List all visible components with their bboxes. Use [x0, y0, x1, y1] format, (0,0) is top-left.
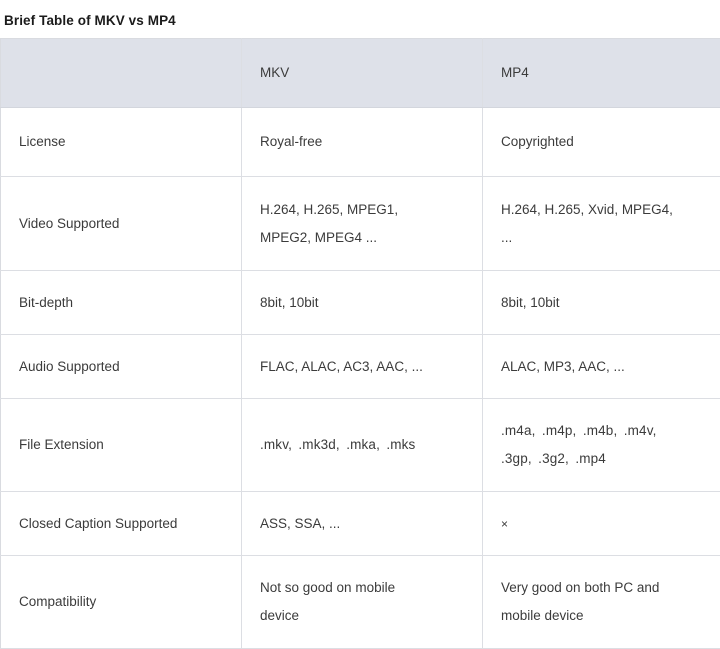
- cell-compatibility-mkv: Not so good on mobile device: [242, 556, 483, 649]
- page-title: Brief Table of MKV vs MP4: [4, 12, 176, 30]
- cell-closed-caption-mp4: ×: [483, 492, 720, 556]
- cell-bit-depth-mp4: 8bit, 10bit: [483, 271, 720, 335]
- table-row: Audio Supported FLAC, ALAC, AC3, AAC, ..…: [1, 335, 720, 399]
- row-label-license: License: [1, 108, 242, 177]
- cell-line-1: Not so good on mobile: [260, 574, 464, 602]
- cell-audio-supported-mp4: ALAC, MP3, AAC, ...: [483, 335, 720, 399]
- cell-line-1: Very good on both PC and: [501, 574, 708, 602]
- cell-compatibility-mp4: Very good on both PC and mobile device: [483, 556, 720, 649]
- column-header-mp4: MP4: [483, 39, 720, 108]
- cell-line-2: .3gp, .3g2, .mp4: [501, 445, 708, 473]
- table-row: Video Supported H.264, H.265, MPEG1, MPE…: [1, 177, 720, 271]
- row-label-audio-supported: Audio Supported: [1, 335, 242, 399]
- row-label-compatibility: Compatibility: [1, 556, 242, 649]
- column-header-mkv: MKV: [242, 39, 483, 108]
- cell-line-2: ...: [501, 224, 708, 252]
- cell-video-supported-mp4: H.264, H.265, Xvid, MPEG4, ...: [483, 177, 720, 271]
- cell-line-2: mobile device: [501, 602, 708, 630]
- cell-line-1: .m4a, .m4p, .m4b, .m4v,: [501, 417, 708, 445]
- table-row: Compatibility Not so good on mobile devi…: [1, 556, 720, 649]
- cell-line-2: MPEG2, MPEG4 ...: [260, 224, 464, 252]
- cross-icon: ×: [501, 517, 508, 531]
- row-label-closed-caption-supported: Closed Caption Supported: [1, 492, 242, 556]
- table-row: License Royal-free Copyrighted: [1, 108, 720, 177]
- cell-license-mp4: Copyrighted: [483, 108, 720, 177]
- cell-audio-supported-mkv: FLAC, ALAC, AC3, AAC, ...: [242, 335, 483, 399]
- table-header: MKV MP4: [1, 39, 720, 108]
- cell-closed-caption-mkv: ASS, SSA, ...: [242, 492, 483, 556]
- comparison-table-container: MKV MP4 License Royal-free Copyrighted V…: [0, 38, 720, 649]
- cell-video-supported-mkv: H.264, H.265, MPEG1, MPEG2, MPEG4 ...: [242, 177, 483, 271]
- row-label-bit-depth: Bit-depth: [1, 271, 242, 335]
- cell-bit-depth-mkv: 8bit, 10bit: [242, 271, 483, 335]
- cell-license-mkv: Royal-free: [242, 108, 483, 177]
- cell-file-extension-mp4: .m4a, .m4p, .m4b, .m4v, .3gp, .3g2, .mp4: [483, 399, 720, 492]
- table-body: License Royal-free Copyrighted Video Sup…: [1, 108, 720, 649]
- cell-file-extension-mkv: .mkv, .mk3d, .mka, .mks: [242, 399, 483, 492]
- row-label-video-supported: Video Supported: [1, 177, 242, 271]
- table-row: Bit-depth 8bit, 10bit 8bit, 10bit: [1, 271, 720, 335]
- table-row: Closed Caption Supported ASS, SSA, ... ×: [1, 492, 720, 556]
- cell-line-1: H.264, H.265, MPEG1,: [260, 196, 464, 224]
- page-root: Brief Table of MKV vs MP4 MKV MP4 Licens…: [0, 0, 720, 643]
- mkv-vs-mp4-table: MKV MP4 License Royal-free Copyrighted V…: [0, 38, 720, 649]
- table-row: File Extension .mkv, .mk3d, .mka, .mks .…: [1, 399, 720, 492]
- cell-line-2: device: [260, 602, 464, 630]
- table-header-row: MKV MP4: [1, 39, 720, 108]
- cell-line-1: H.264, H.265, Xvid, MPEG4,: [501, 196, 708, 224]
- column-header-feature: [1, 39, 242, 108]
- row-label-file-extension: File Extension: [1, 399, 242, 492]
